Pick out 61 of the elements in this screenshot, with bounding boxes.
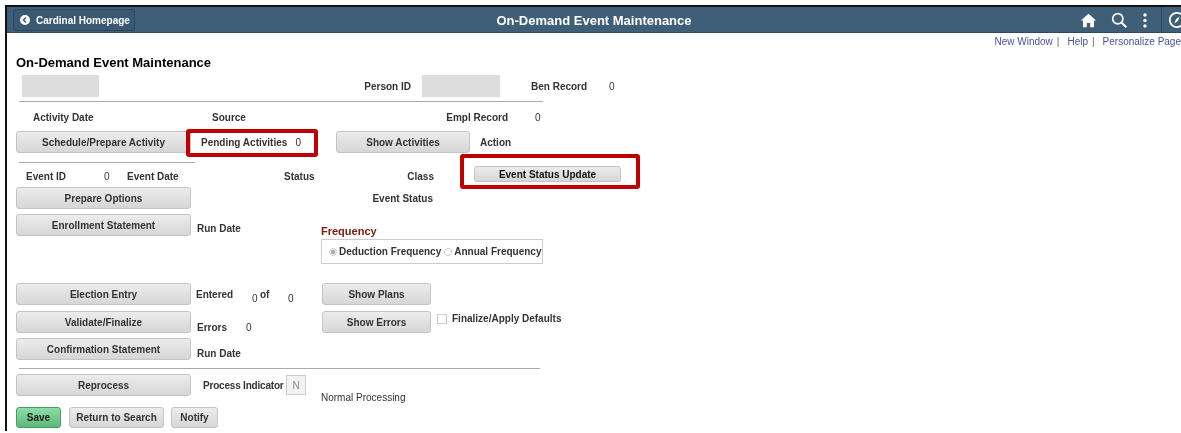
back-icon xyxy=(20,15,30,25)
field-label: Process Indicator xyxy=(203,379,283,391)
election-entry-button[interactable]: Election Entry xyxy=(16,283,191,305)
field-label: Empl Record xyxy=(445,111,508,123)
compass-icon[interactable] xyxy=(1168,11,1181,29)
field-label: Ben Record xyxy=(531,80,589,92)
page-header-title: On-Demand Event Maintenance xyxy=(496,12,692,28)
show-errors-button[interactable]: Show Errors xyxy=(322,311,431,333)
process-indicator-field: N xyxy=(286,375,306,395)
field-label: Event ID xyxy=(26,170,67,182)
enrollment-statement-button[interactable]: Enrollment Statement xyxy=(16,214,191,236)
reprocess-button[interactable]: Reprocess xyxy=(16,374,191,396)
field-label: Person ID xyxy=(363,80,411,92)
back-button[interactable]: Cardinal Homepage xyxy=(13,9,135,31)
field-value: 0 xyxy=(295,136,301,148)
checkbox-label: Finalize/Apply Defaults xyxy=(452,313,562,324)
link-separator: | xyxy=(1056,35,1060,47)
show-activities-button[interactable]: Show Activities xyxy=(336,131,470,153)
field-label: Errors xyxy=(197,321,228,333)
page-title: On-Demand Event Maintenance xyxy=(16,55,213,71)
field-label: Run Date xyxy=(197,223,242,234)
checkbox[interactable] xyxy=(437,314,447,324)
field-label: Activity Date xyxy=(33,111,95,123)
schedule-button[interactable]: Schedule/Prepare Activity xyxy=(16,131,191,153)
header-link[interactable]: New Window xyxy=(994,35,1053,47)
confirmation-statement-button[interactable]: Confirmation Statement xyxy=(16,338,191,360)
field-label: Event Status xyxy=(371,192,433,204)
field-value: 0 xyxy=(104,170,111,182)
field-value: 0 xyxy=(288,292,295,304)
field-value: 0 xyxy=(535,111,541,123)
radio-label: Annual Frequency xyxy=(454,246,542,257)
validate-finalize-button[interactable]: Validate/Finalize xyxy=(16,311,191,333)
show-plans-button[interactable]: Show Plans xyxy=(322,283,431,305)
field-label: Status xyxy=(284,170,316,182)
event-status-update-button[interactable]: Event Status Update xyxy=(474,166,621,182)
field-label: Class xyxy=(406,170,434,182)
menu-icon[interactable] xyxy=(1142,11,1148,29)
field-label: of xyxy=(260,288,271,300)
field-label: Event Date xyxy=(127,170,180,182)
link-separator: | xyxy=(1092,35,1095,47)
field-value: 0 xyxy=(252,292,259,304)
save-button[interactable]: Save xyxy=(16,407,61,428)
field-label: Source xyxy=(212,111,247,123)
field-label: Action xyxy=(480,136,512,148)
field-label: Run Date xyxy=(197,347,241,359)
search-icon[interactable] xyxy=(1111,11,1128,29)
prepare-options-button[interactable]: Prepare Options xyxy=(16,187,191,209)
home-icon[interactable] xyxy=(1080,11,1097,29)
group-label: Frequency xyxy=(321,225,378,239)
footer-button[interactable]: Return to Search xyxy=(69,407,164,428)
field-value: 0 xyxy=(246,321,253,333)
field-value: Normal Processing xyxy=(321,391,406,403)
field-label: Entered xyxy=(196,288,235,300)
field-value: 0 xyxy=(609,80,615,92)
header-link[interactable]: Help xyxy=(1067,35,1088,47)
header-link[interactable]: Personalize Page xyxy=(1102,35,1181,47)
footer-button[interactable]: Notify xyxy=(171,407,218,428)
field-label: Pending Activities xyxy=(201,136,289,148)
radio-button[interactable] xyxy=(329,247,337,256)
radio-label: Deduction Frequency xyxy=(339,246,442,257)
radio-button[interactable] xyxy=(444,247,453,256)
